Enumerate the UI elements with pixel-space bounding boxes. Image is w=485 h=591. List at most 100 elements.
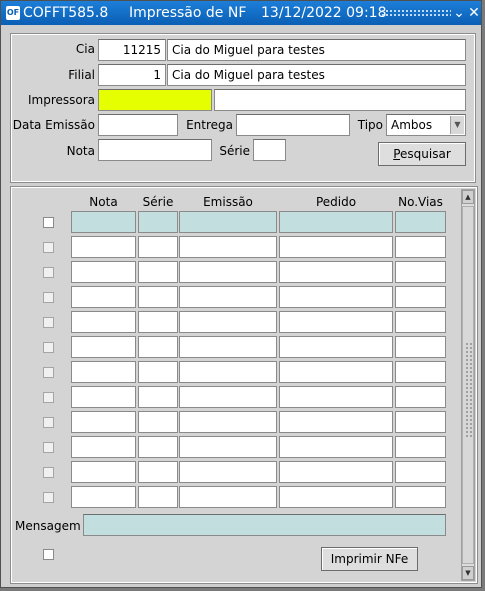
impressora-field[interactable] xyxy=(98,89,212,111)
cell-pedido[interactable] xyxy=(279,261,393,283)
cell-nota[interactable] xyxy=(71,261,136,283)
cell-vias[interactable] xyxy=(395,261,446,283)
cell-nota[interactable] xyxy=(71,311,136,333)
title-bar[interactable]: OF COFFT585.8 Impressão de NF 13/12/2022… xyxy=(1,1,481,25)
cell-emissao[interactable] xyxy=(179,236,277,258)
cell-pedido[interactable] xyxy=(279,386,393,408)
cell-pedido[interactable] xyxy=(279,311,393,333)
cell-nota[interactable] xyxy=(71,336,136,358)
cell-emissao[interactable] xyxy=(179,386,277,408)
cell-pedido[interactable] xyxy=(279,236,393,258)
row-checkbox[interactable] xyxy=(43,492,54,503)
cell-nota[interactable] xyxy=(71,461,136,483)
entrega-label: Entrega xyxy=(186,118,233,132)
row-checkbox[interactable] xyxy=(43,217,54,228)
cell-emissao[interactable] xyxy=(179,286,277,308)
cell-vias[interactable] xyxy=(395,411,446,433)
cell-serie[interactable] xyxy=(138,261,178,283)
row-checkbox[interactable] xyxy=(43,292,54,303)
title-grip xyxy=(381,9,451,17)
cell-vias[interactable] xyxy=(395,386,446,408)
cell-emissao[interactable] xyxy=(179,336,277,358)
cell-serie[interactable] xyxy=(138,311,178,333)
cell-nota[interactable] xyxy=(71,286,136,308)
cell-nota[interactable] xyxy=(71,411,136,433)
cell-nota[interactable] xyxy=(71,386,136,408)
cell-pedido[interactable] xyxy=(279,211,393,233)
row-checkbox[interactable] xyxy=(43,467,54,478)
cell-emissao[interactable] xyxy=(179,211,277,233)
row-checkbox[interactable] xyxy=(43,242,54,253)
cell-serie[interactable] xyxy=(138,436,178,458)
row-checkbox[interactable] xyxy=(43,367,54,378)
cell-pedido[interactable] xyxy=(279,336,393,358)
serie-field[interactable] xyxy=(253,139,286,161)
row-checkbox[interactable] xyxy=(43,392,54,403)
cell-emissao[interactable] xyxy=(179,261,277,283)
vertical-scrollbar[interactable]: ▲ ▼ xyxy=(461,189,475,581)
cell-emissao[interactable] xyxy=(179,461,277,483)
cell-pedido[interactable] xyxy=(279,361,393,383)
cell-nota[interactable] xyxy=(71,486,136,508)
scroll-down-icon[interactable]: ▼ xyxy=(462,566,474,580)
cell-nota[interactable] xyxy=(71,211,136,233)
cell-serie[interactable] xyxy=(138,236,178,258)
scroll-up-icon[interactable]: ▲ xyxy=(462,190,474,204)
cell-vias[interactable] xyxy=(395,336,446,358)
row-checkbox[interactable] xyxy=(43,342,54,353)
tipo-select[interactable]: Ambos ▼ xyxy=(386,114,466,136)
cell-emissao[interactable] xyxy=(179,436,277,458)
tipo-label: Tipo xyxy=(357,118,383,132)
cell-vias[interactable] xyxy=(395,236,446,258)
impressora-desc-field xyxy=(214,89,466,111)
select-all-checkbox[interactable] xyxy=(43,549,54,560)
cell-emissao[interactable] xyxy=(179,411,277,433)
cell-emissao[interactable] xyxy=(179,361,277,383)
entrega-field[interactable] xyxy=(236,114,350,136)
tipo-value: Ambos xyxy=(391,118,433,132)
cell-serie[interactable] xyxy=(138,211,178,233)
minimize-icon[interactable]: ⌄ xyxy=(452,1,466,25)
cell-serie[interactable] xyxy=(138,461,178,483)
row-checkbox[interactable] xyxy=(43,417,54,428)
cell-serie[interactable] xyxy=(138,386,178,408)
cell-vias[interactable] xyxy=(395,436,446,458)
nota-field[interactable] xyxy=(98,139,212,161)
cell-serie[interactable] xyxy=(138,486,178,508)
cell-nota[interactable] xyxy=(71,436,136,458)
chevron-down-icon[interactable]: ▼ xyxy=(450,116,464,134)
cell-pedido[interactable] xyxy=(279,436,393,458)
cell-serie[interactable] xyxy=(138,286,178,308)
cell-vias[interactable] xyxy=(395,211,446,233)
form-window: OF COFFT585.8 Impressão de NF 13/12/2022… xyxy=(0,0,482,588)
cell-pedido[interactable] xyxy=(279,286,393,308)
cia-code-field[interactable]: 11215 xyxy=(98,39,166,61)
cell-vias[interactable] xyxy=(395,286,446,308)
cell-vias[interactable] xyxy=(395,361,446,383)
scroll-grip xyxy=(465,342,473,437)
cell-serie[interactable] xyxy=(138,336,178,358)
data-emissao-field[interactable] xyxy=(98,114,178,136)
cell-serie[interactable] xyxy=(138,361,178,383)
cell-emissao[interactable] xyxy=(179,311,277,333)
row-checkbox[interactable] xyxy=(43,442,54,453)
pesquisar-button[interactable]: Pesquisar xyxy=(378,142,466,166)
row-checkbox[interactable] xyxy=(43,267,54,278)
data-emissao-label: Data Emissão xyxy=(12,118,95,132)
scroll-thumb[interactable] xyxy=(462,206,474,564)
row-checkbox[interactable] xyxy=(43,317,54,328)
cell-pedido[interactable] xyxy=(279,461,393,483)
cell-emissao[interactable] xyxy=(179,486,277,508)
cell-vias[interactable] xyxy=(395,311,446,333)
filial-code-field[interactable]: 1 xyxy=(98,64,166,86)
cell-vias[interactable] xyxy=(395,486,446,508)
imprimir-nfe-button[interactable]: Imprimir NFe xyxy=(321,547,418,571)
close-icon[interactable]: ✕ xyxy=(467,1,481,25)
cell-pedido[interactable] xyxy=(279,411,393,433)
cell-pedido[interactable] xyxy=(279,486,393,508)
cell-nota[interactable] xyxy=(71,236,136,258)
cell-serie[interactable] xyxy=(138,411,178,433)
mensagem-label: Mensagem xyxy=(15,519,81,533)
cell-vias[interactable] xyxy=(395,461,446,483)
cell-nota[interactable] xyxy=(71,361,136,383)
